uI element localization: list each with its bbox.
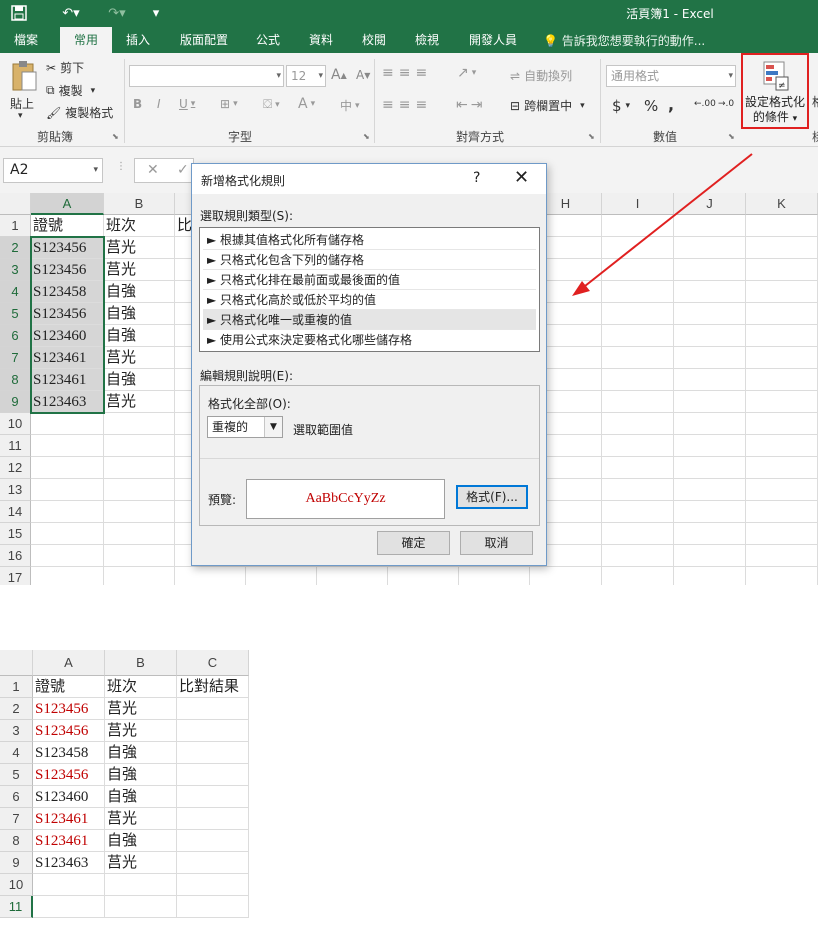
dialog-title: 新增格式化規則: [201, 174, 286, 188]
cell: [33, 896, 105, 918]
preview-label: 預覽:: [208, 493, 237, 507]
selected-range-values-label: 選取範圍值: [293, 423, 354, 437]
cell: [177, 852, 249, 874]
cell: S123456: [33, 698, 105, 720]
cell: 比對結果: [177, 676, 249, 698]
dialog-title-bar: 新增格式化規則 ? ✕: [192, 164, 546, 194]
rule-type-item[interactable]: ► 只格式化排在最前面或最後面的值: [203, 270, 536, 290]
rule-type-item[interactable]: ► 只格式化包含下列的儲存格: [203, 250, 536, 270]
row-header: 9: [0, 852, 33, 874]
cell: 莒光: [105, 808, 177, 830]
row-header: 10: [0, 874, 33, 896]
column-header-a: A: [33, 650, 105, 676]
cell: 班次: [105, 676, 177, 698]
cancel-button[interactable]: 取消: [460, 531, 533, 555]
cell: [177, 830, 249, 852]
divider: [200, 458, 539, 459]
cell: [177, 764, 249, 786]
cell: 莒光: [105, 852, 177, 874]
format-button[interactable]: 格式(F)...: [456, 485, 528, 509]
cell: 莒光: [105, 698, 177, 720]
cell: [177, 874, 249, 896]
row-header: 7: [0, 808, 33, 830]
duplicate-unique-value: 重複的: [212, 420, 249, 434]
close-icon[interactable]: ✕: [514, 167, 529, 188]
new-formatting-rule-dialog: 新增格式化規則 ? ✕ 選取規則類型(S): ► 根據其值格式化所有儲存格 ► …: [191, 163, 547, 566]
cell: 自強: [105, 764, 177, 786]
cell: [33, 874, 105, 896]
row-header: 2: [0, 698, 33, 720]
cell: 自強: [105, 830, 177, 852]
rule-type-item[interactable]: ► 只格式化高於或低於平均的值: [203, 290, 536, 310]
row-header: 6: [0, 786, 33, 808]
row-header: 8: [0, 830, 33, 852]
edit-rule-description-label: 編輯規則說明(E):: [200, 369, 293, 383]
duplicate-unique-select[interactable]: 重複的 ▼: [207, 416, 283, 438]
row-header: 11: [0, 896, 33, 918]
result-worksheet-grid: A B C 1 證號 班次 比對結果 2 S123456 莒光 3 S123456 莒光 4 S123458…: [0, 650, 250, 922]
cell: S123461: [33, 830, 105, 852]
row-header: 1: [0, 676, 33, 698]
cell: [177, 896, 249, 918]
cell: S123456: [33, 764, 105, 786]
select-rule-type-label: 選取規則類型(S):: [200, 209, 294, 223]
rule-description-panel: 格式化全部(O): 重複的 ▼ 選取範圍值 預覽: AaBbCcYyZz 格式(…: [199, 385, 540, 526]
cell: S123461: [33, 808, 105, 830]
cell: 證號: [33, 676, 105, 698]
cell: [177, 698, 249, 720]
cell: [177, 808, 249, 830]
column-header-b: B: [105, 650, 177, 676]
chevron-down-icon[interactable]: ▼: [264, 417, 282, 437]
cell: S123456: [33, 720, 105, 742]
ok-button[interactable]: 確定: [377, 531, 450, 555]
cell: [177, 720, 249, 742]
row-header: 5: [0, 764, 33, 786]
cell: S123458: [33, 742, 105, 764]
help-icon[interactable]: ?: [473, 170, 480, 186]
select-all-corner: [0, 650, 33, 676]
rule-type-item-selected[interactable]: ► 只格式化唯一或重複的值: [203, 310, 536, 330]
cell: S123460: [33, 786, 105, 808]
cell: 自強: [105, 742, 177, 764]
cell: [105, 874, 177, 896]
cell: [177, 786, 249, 808]
cell: 莒光: [105, 720, 177, 742]
column-header-c: C: [177, 650, 249, 676]
row-header: 3: [0, 720, 33, 742]
format-preview: AaBbCcYyZz: [246, 479, 445, 519]
cell: [177, 742, 249, 764]
row-header: 4: [0, 742, 33, 764]
cell: 自強: [105, 786, 177, 808]
rule-type-item[interactable]: ► 根據其值格式化所有儲存格: [203, 230, 536, 250]
cell: [105, 896, 177, 918]
rule-type-list[interactable]: ► 根據其值格式化所有儲存格 ► 只格式化包含下列的儲存格 ► 只格式化排在最前…: [199, 227, 540, 352]
format-all-label: 格式化全部(O):: [208, 397, 291, 411]
rule-type-item[interactable]: ► 使用公式來決定要格式化哪些儲存格: [203, 330, 536, 350]
cell: S123463: [33, 852, 105, 874]
